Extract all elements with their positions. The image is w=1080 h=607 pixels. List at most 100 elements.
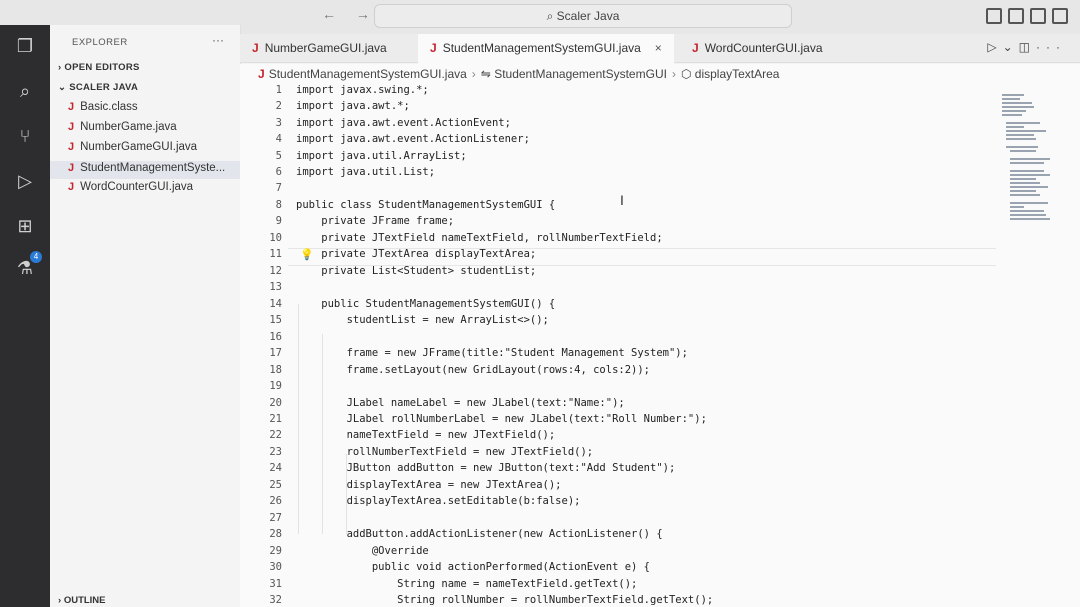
minimap-line — [1010, 214, 1046, 216]
file-label: NumberGameGUI.java — [80, 141, 198, 153]
search-icon[interactable]: ⌕ — [14, 80, 36, 102]
tab-studentmanagementsystemgui[interactable]: J StudentManagementSystemGUI.java × — [418, 34, 674, 64]
line-number: 25 — [269, 479, 282, 491]
code-line[interactable]: JLabel nameLabel = new JLabel(text:"Name… — [296, 397, 625, 409]
code-line[interactable]: @Override — [296, 545, 429, 557]
line-number: 30 — [269, 561, 282, 573]
class-icon: ⇋ — [480, 67, 495, 81]
file-item[interactable]: J WordCounterGUI.java — [68, 181, 193, 193]
run-icon[interactable]: ▷⌄ — [987, 40, 1018, 54]
line-number: 5 — [275, 150, 282, 162]
code-line[interactable]: public void actionPerformed(ActionEvent … — [296, 561, 650, 573]
file-item[interactable]: J NumberGame.java — [68, 121, 177, 133]
minimap-line — [1002, 98, 1020, 100]
code-line[interactable]: import java.util.List; — [296, 166, 435, 178]
open-editors-section[interactable]: › OPEN EDITORS — [58, 62, 140, 73]
explorer-icon[interactable]: ❐ — [14, 35, 36, 57]
toggle-panel-icon[interactable] — [1008, 8, 1024, 24]
code-line[interactable]: public class StudentManagementSystemGUI … — [296, 199, 555, 211]
minimap-line — [1002, 114, 1022, 116]
line-number: 17 — [269, 347, 282, 359]
code-line[interactable]: frame = new JFrame(title:"Student Manage… — [296, 347, 688, 359]
tab-numbergamegui[interactable]: J NumberGameGUI.java — [240, 34, 399, 62]
minimap-line — [1002, 94, 1024, 96]
code-line[interactable]: import javax.swing.*; — [296, 84, 429, 96]
minimap-line — [1010, 182, 1040, 184]
line-number: 27 — [269, 512, 282, 524]
code-line[interactable]: JLabel rollNumberLabel = new JLabel(text… — [296, 413, 707, 425]
code-line[interactable]: JButton addButton = new JButton(text:"Ad… — [296, 462, 676, 474]
minimap-line — [1010, 162, 1044, 164]
breadcrumb-member[interactable]: displayTextArea — [695, 67, 780, 81]
line-number: 26 — [269, 495, 282, 507]
line-number: 22 — [269, 429, 282, 441]
explorer-title: EXPLORER — [72, 37, 128, 48]
line-number: 21 — [269, 413, 282, 425]
toggle-primary-sidebar-icon[interactable] — [986, 8, 1002, 24]
java-file-icon: J — [252, 41, 259, 55]
code-editor[interactable]: 💡 1 2 3 4 5 6 7 8 9 10 11 12 13 14 15 16 17 18 19 20 21 22 23 2… — [240, 84, 1080, 607]
code-line[interactable]: addButton.addActionListener(new ActionLi… — [296, 528, 663, 540]
minimap[interactable] — [1002, 94, 1050, 234]
minimap-line — [1006, 130, 1046, 132]
code-line[interactable]: import java.util.ArrayList; — [296, 150, 467, 162]
minimap-line — [1006, 138, 1036, 140]
minimap-line — [1002, 110, 1026, 112]
breadcrumb-class[interactable]: StudentManagementSystemGUI — [494, 67, 667, 81]
code-line[interactable]: displayTextArea.setEditable(b:false); — [296, 495, 581, 507]
code-line[interactable]: import java.awt.*; — [296, 100, 410, 112]
toggle-secondary-sidebar-icon[interactable] — [1030, 8, 1046, 24]
folder-section[interactable]: ⌄ SCALER JAVA — [58, 82, 138, 93]
indent-guide — [322, 334, 323, 534]
minimap-line — [1010, 202, 1048, 204]
nav-arrows[interactable]: ← → — [322, 6, 378, 22]
line-number: 24 — [269, 462, 282, 474]
close-icon[interactable]: × — [655, 41, 662, 55]
breadcrumb-file[interactable]: StudentManagementSystemGUI.java — [269, 67, 467, 81]
code-line[interactable]: public StudentManagementSystemGUI() { — [296, 298, 555, 310]
line-number: 28 — [269, 528, 282, 540]
code-line[interactable]: nameTextField = new JTextField(); — [296, 429, 556, 441]
run-debug-icon[interactable]: ▷ — [14, 170, 36, 192]
tab-wordcountergui[interactable]: J WordCounterGUI.java — [680, 34, 835, 62]
java-file-icon: J — [68, 101, 75, 113]
file-item-selected[interactable]: J StudentManagementSyste... — [50, 161, 240, 179]
code-line[interactable]: displayTextArea = new JTextArea(); — [296, 479, 562, 491]
code-line[interactable]: String rollNumber = rollNumberTextField.… — [296, 594, 713, 606]
code-line[interactable]: private List<Student> studentList; — [296, 265, 536, 277]
code-line[interactable]: rollNumberTextField = new JTextField(); — [296, 446, 594, 458]
file-item[interactable]: J Basic.class — [68, 101, 138, 113]
minimap-line — [1010, 186, 1048, 188]
code-line[interactable]: frame.setLayout(new GridLayout(rows:4, c… — [296, 364, 650, 376]
code-line[interactable]: studentList = new ArrayList<>(); — [296, 314, 549, 326]
layout-controls — [986, 8, 1068, 24]
java-file-icon: J — [68, 141, 75, 153]
java-file-icon: J — [68, 121, 75, 133]
customize-layout-icon[interactable] — [1052, 8, 1068, 24]
source-control-icon[interactable]: ⑂ — [14, 125, 36, 147]
minimap-line — [1002, 106, 1034, 108]
minimap-line — [1006, 126, 1024, 128]
testing-icon[interactable]: ⚗ — [14, 257, 36, 279]
code-line[interactable]: private JTextField nameTextField, rollNu… — [296, 232, 662, 244]
code-line[interactable]: private JFrame frame; — [296, 215, 454, 227]
file-label: WordCounterGUI.java — [80, 181, 194, 193]
code-line[interactable]: String name = nameTextField.getText(); — [296, 578, 637, 590]
line-number: 20 — [269, 397, 282, 409]
java-file-icon: J — [68, 162, 75, 174]
extensions-icon[interactable]: ⊞ — [14, 215, 36, 237]
minimap-line — [1006, 134, 1034, 136]
line-number: 13 — [269, 281, 282, 293]
minimap-line — [1010, 218, 1050, 220]
code-line[interactable]: import java.awt.event.ActionEvent; — [296, 117, 511, 129]
explorer-more-button[interactable]: ··· — [212, 33, 224, 47]
split-editor-icon[interactable]: ◫ — [1019, 40, 1036, 54]
code-line[interactable]: private JTextArea displayTextArea; — [296, 248, 536, 260]
more-actions-icon[interactable]: ··· — [1036, 40, 1066, 54]
file-item[interactable]: J NumberGameGUI.java — [68, 141, 197, 153]
command-center-search[interactable]: ⌕ Scaler Java — [374, 4, 792, 28]
outline-section[interactable]: › OUTLINE — [58, 595, 106, 606]
minimap-line — [1010, 194, 1040, 196]
line-number: 3 — [275, 117, 282, 129]
code-line[interactable]: import java.awt.event.ActionListener; — [296, 133, 530, 145]
